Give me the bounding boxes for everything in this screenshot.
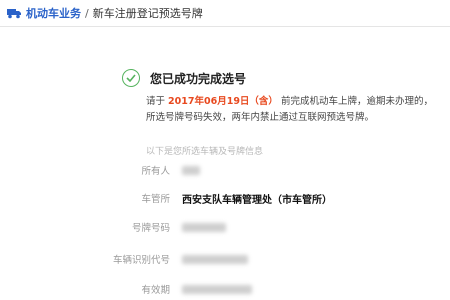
vin-value-redacted bbox=[182, 254, 248, 264]
success-message: 请于 2017年06月19日（含） 前完成机动车上牌，逾期未办理的，所选号牌号码… bbox=[146, 94, 436, 126]
dmv-value: 西安支队车辆管理处（市车管所） bbox=[182, 194, 332, 206]
validity-label: 有效期 bbox=[141, 285, 170, 296]
owner-row: 所有人 bbox=[100, 161, 430, 179]
plate-label: 号牌号码 bbox=[131, 223, 170, 234]
message-prefix: 请于 bbox=[146, 96, 166, 107]
plate-value-redacted bbox=[182, 222, 226, 232]
validity-value-redacted bbox=[182, 284, 252, 294]
dmv-label: 车管所 bbox=[141, 194, 170, 205]
info-section-title: 以下是您所选车辆及号牌信息 bbox=[146, 147, 264, 157]
success-title: 您已成功完成选号 bbox=[150, 71, 247, 86]
vin-label: 车辆识别代号 bbox=[112, 255, 170, 266]
breadcrumb-root-link[interactable]: 机动车业务 bbox=[26, 5, 81, 21]
validity-row: 有效期 bbox=[100, 280, 430, 298]
owner-label: 所有人 bbox=[141, 166, 170, 177]
top-bar: 机动车业务 / 新车注册登记预选号牌 bbox=[0, 0, 450, 27]
success-header: 您已成功完成选号 bbox=[122, 69, 246, 87]
breadcrumb: 机动车业务 / 新车注册登记预选号牌 bbox=[6, 6, 203, 20]
car-icon bbox=[6, 7, 22, 19]
checkmark-circle-icon bbox=[122, 69, 140, 87]
deadline-date: 2017年06月19日（含） bbox=[168, 96, 278, 107]
owner-value-redacted bbox=[182, 165, 200, 175]
vin-row: 车辆识别代号 bbox=[100, 250, 430, 268]
breadcrumb-separator: / bbox=[85, 6, 89, 20]
breadcrumb-current: 新车注册登记预选号牌 bbox=[92, 7, 203, 20]
dmv-row: 车管所 西安支队车辆管理处（市车管所） bbox=[100, 189, 430, 207]
plate-row: 号牌号码 bbox=[100, 218, 430, 236]
